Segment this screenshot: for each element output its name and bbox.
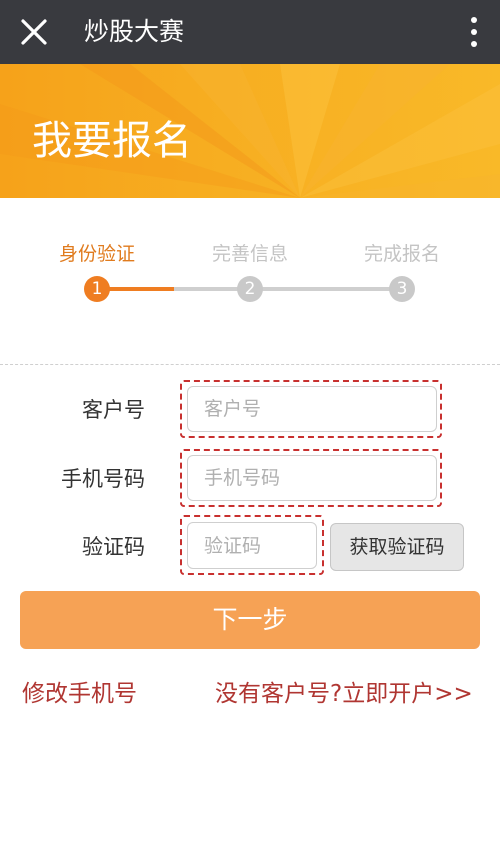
step-indicator: 身份验证 完善信息 完成报名 1 2 3 [0, 198, 500, 338]
code-label: 验证码 [82, 535, 145, 559]
navbar: 炒股大赛 [0, 0, 500, 64]
more-vertical-icon[interactable] [468, 14, 480, 50]
code-input[interactable] [187, 522, 317, 569]
close-icon[interactable] [16, 14, 52, 50]
step-label-3: 完成报名 [363, 243, 440, 265]
page-title: 炒股大赛 [84, 17, 185, 46]
dashed-divider [0, 364, 500, 365]
banner: 我要报名 [0, 64, 500, 198]
step-label-1: 身份验证 [58, 243, 135, 265]
customer-no-input[interactable] [187, 386, 437, 432]
step-circle-2: 2 [237, 276, 263, 302]
banner-title: 我要报名 [32, 118, 192, 164]
get-code-button[interactable]: 获取验证码 [330, 523, 464, 571]
step-remaining-line [174, 287, 402, 291]
open-account-link[interactable]: 没有客户号?立即开户>> [215, 678, 473, 710]
phone-input[interactable] [187, 455, 437, 501]
step-circle-1: 1 [84, 276, 110, 302]
change-phone-link[interactable]: 修改手机号 [22, 678, 137, 710]
customer-no-label: 客户号 [82, 398, 145, 422]
step-label-2: 完善信息 [211, 243, 288, 265]
next-step-button[interactable]: 下一步 [20, 591, 480, 649]
step-circle-3: 3 [389, 276, 415, 302]
phone-label: 手机号码 [61, 467, 145, 491]
